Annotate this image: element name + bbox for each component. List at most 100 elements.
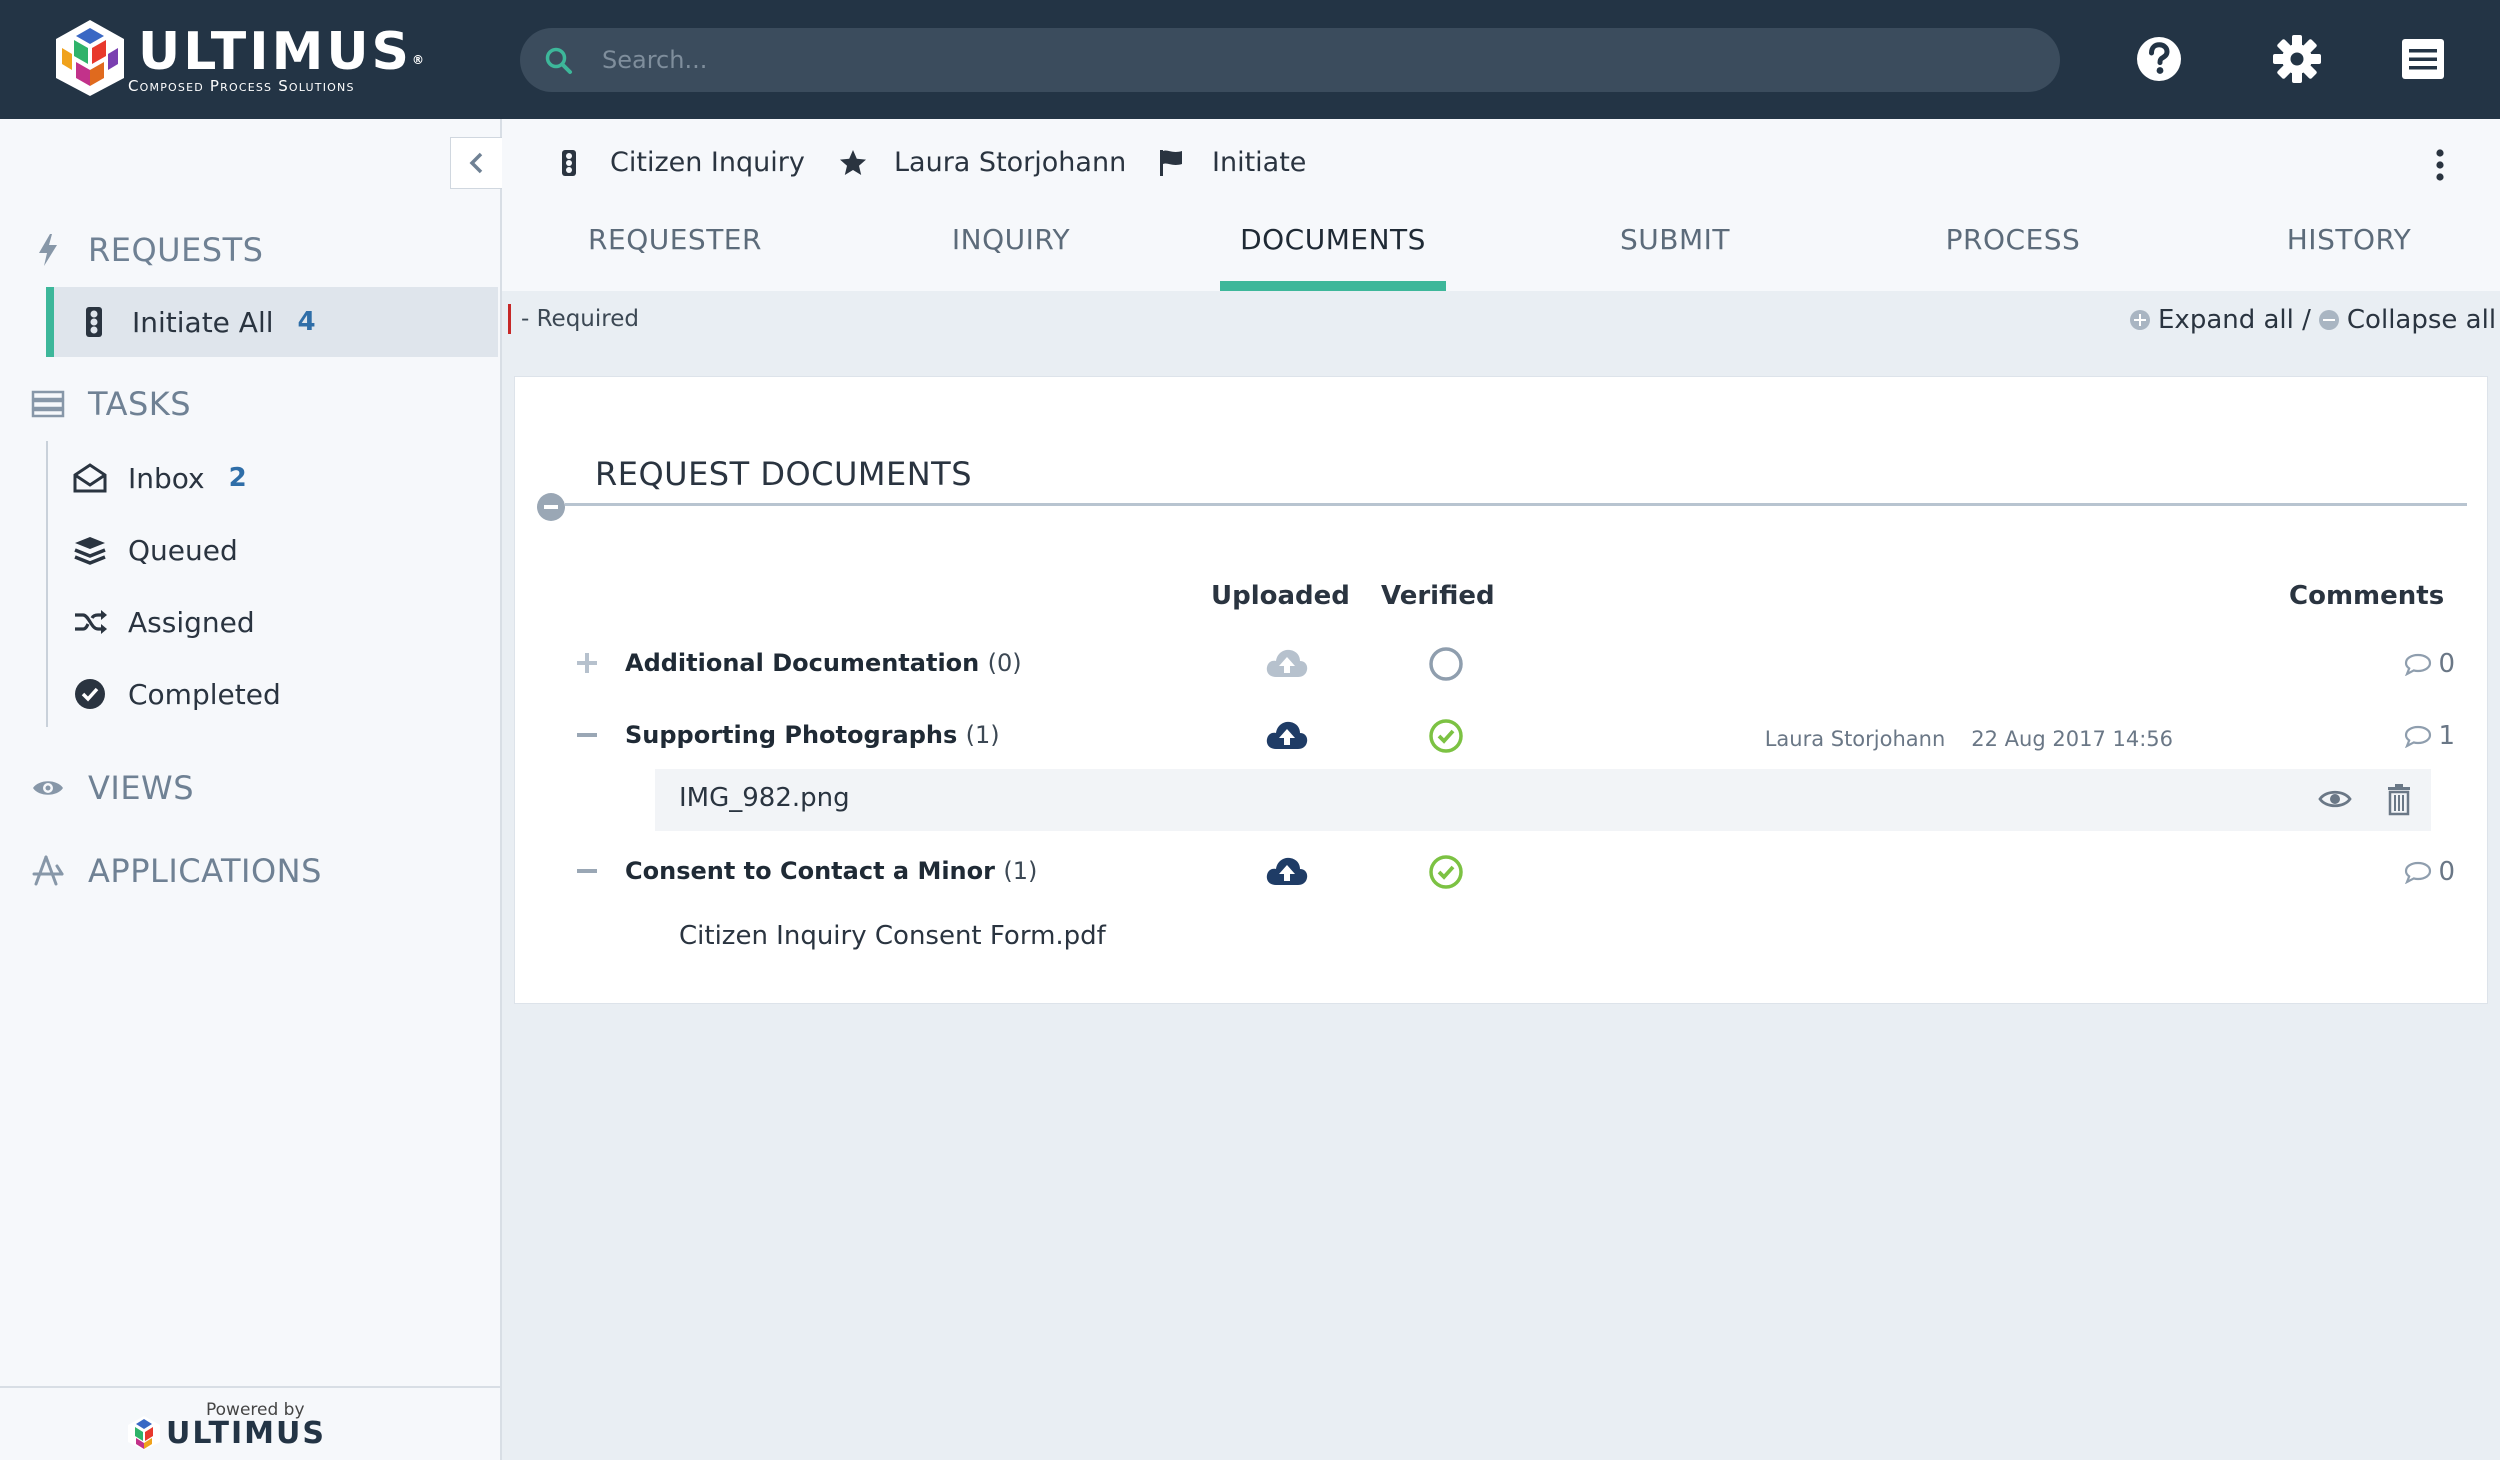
sidebar-item-assigned[interactable]: Assigned	[50, 587, 502, 657]
cloud-upload-icon[interactable]	[1265, 717, 1309, 753]
document-group-name[interactable]: Consent to Contact a Minor (1)	[625, 857, 1037, 885]
sidebar: REQUESTS Initiate All 4 TASKS Inbox 2 Qu…	[0, 119, 502, 1460]
sidebar-item-completed[interactable]: Completed	[50, 659, 502, 729]
plus-circle-icon	[2130, 310, 2150, 330]
tab-history[interactable]: HISTORY	[2274, 223, 2424, 291]
sidebar-item-label: Assigned	[128, 605, 255, 639]
file-name[interactable]: IMG_982.png	[679, 783, 850, 813]
collapse-minus-icon[interactable]	[575, 859, 599, 883]
traffic-light-icon	[562, 149, 576, 176]
sidebar-section-label: REQUESTS	[88, 231, 264, 269]
kebab-menu-icon[interactable]	[2430, 145, 2450, 185]
sidebar-section-views[interactable]: VIEWS	[30, 769, 194, 807]
expand-plus-icon[interactable]	[575, 651, 599, 675]
collapse-all-label: Collapse all	[2346, 305, 2497, 335]
document-group-name[interactable]: Additional Documentation (0)	[625, 649, 1022, 677]
crumb-step: Initiate	[1156, 147, 1306, 178]
document-group-row: Additional Documentation (0) 0	[575, 639, 2455, 695]
sidebar-item-queued[interactable]: Queued	[50, 515, 502, 585]
verified-check-icon[interactable]	[1427, 853, 1465, 891]
collapse-minus-icon[interactable]	[575, 723, 599, 747]
shuffle-icon	[75, 610, 107, 634]
file-name[interactable]: Citizen Inquiry Consent Form.pdf	[679, 921, 1106, 951]
tab-process[interactable]: PROCESS	[1938, 223, 2088, 291]
menu-icon[interactable]	[2396, 32, 2450, 86]
sidebar-collapse-button[interactable]	[450, 137, 502, 189]
eye-icon	[33, 781, 63, 795]
sidebar-item-label: Queued	[128, 533, 238, 567]
sidebar-item-inbox[interactable]: Inbox 2	[50, 443, 502, 513]
footer-brand: ULTIMUS	[166, 1416, 326, 1451]
gear-icon[interactable]	[2270, 32, 2324, 86]
traffic-light-icon	[86, 307, 102, 337]
sidebar-section-label: TASKS	[88, 385, 192, 423]
brand-tagline: Composed Process Solutions	[128, 77, 355, 95]
unverified-circle-icon[interactable]	[1427, 645, 1465, 683]
bolt-icon	[39, 234, 57, 266]
trash-icon[interactable]	[2381, 781, 2417, 817]
file-row[interactable]: Citizen Inquiry Consent Form.pdf	[655, 907, 2431, 969]
upload-meta: Laura Storjohann 22 Aug 2017 14:56	[1765, 727, 2173, 751]
collapse-all-link[interactable]: Collapse all	[2318, 304, 2497, 336]
cloud-upload-icon[interactable]	[1265, 853, 1309, 889]
tree-line	[46, 441, 48, 727]
panel-collapse-button[interactable]	[537, 493, 565, 521]
help-icon[interactable]	[2132, 32, 2186, 86]
inbox-icon	[73, 463, 107, 493]
panel-title: REQUEST DOCUMENTS	[595, 455, 973, 493]
app-store-icon	[32, 855, 64, 886]
expand-collapse-controls: Expand all / Collapse all	[2130, 304, 2496, 336]
minus-circle-icon	[2318, 310, 2339, 330]
documents-panel: REQUEST DOCUMENTS Uploaded Verified Comm…	[514, 376, 2488, 1004]
sidebar-item-count: 2	[228, 463, 247, 493]
comments-count[interactable]: 0	[2404, 649, 2455, 679]
cloud-upload-icon[interactable]	[1265, 645, 1309, 681]
sidebar-item-initiate-all[interactable]: Initiate All 4	[46, 287, 498, 357]
sidebar-section-label: APPLICATIONS	[88, 852, 322, 890]
powered-by-footer: Powered by ULTIMUS	[0, 1386, 500, 1460]
sidebar-section-applications[interactable]: APPLICATIONS	[30, 852, 322, 890]
sidebar-section-tasks[interactable]: TASKS	[30, 385, 191, 423]
document-group-row: Consent to Contact a Minor (1) 0	[575, 847, 2455, 903]
sidebar-section-label: VIEWS	[88, 769, 194, 807]
column-verified: Verified	[1381, 581, 1495, 611]
crumb-process: Citizen Inquiry	[554, 147, 805, 178]
sidebar-item-label: Inbox	[128, 461, 205, 495]
crumb-user: Laura Storjohann	[838, 147, 1126, 178]
upload-date: 22 Aug 2017 14:56	[1971, 727, 2173, 751]
comments-count[interactable]: 0	[2404, 857, 2455, 887]
ultimus-logo[interactable]: ULTIMUS® Composed Process Solutions	[52, 18, 424, 102]
required-legend: - Required	[508, 304, 639, 334]
check-circle-icon	[75, 679, 105, 709]
chevron-left-icon	[469, 152, 482, 174]
search-bar[interactable]	[520, 28, 2060, 92]
column-comments: Comments	[2289, 581, 2445, 611]
flag-icon	[1160, 149, 1182, 176]
comment-bubble-icon	[2405, 861, 2432, 884]
panel-divider	[565, 503, 2467, 506]
column-uploaded: Uploaded	[1211, 581, 1350, 611]
server-icon	[31, 390, 65, 418]
sidebar-section-requests[interactable]: REQUESTS	[30, 231, 263, 269]
comments-count[interactable]: 1	[2404, 721, 2455, 751]
expand-all-link[interactable]: Expand all /	[2130, 304, 2311, 336]
crumb-label: Laura Storjohann	[894, 147, 1127, 178]
tab-requester[interactable]: REQUESTER	[587, 223, 763, 291]
document-group-name[interactable]: Supporting Photographs (1)	[625, 721, 1000, 749]
eye-icon[interactable]	[2317, 781, 2353, 817]
verified-check-icon[interactable]	[1427, 717, 1465, 755]
layers-icon	[74, 537, 106, 565]
file-row[interactable]: IMG_982.png	[655, 769, 2431, 831]
request-header: Citizen Inquiry Laura Storjohann Initiat…	[502, 119, 2500, 291]
brand-name: ULTIMUS®	[138, 22, 424, 82]
tab-submit[interactable]: SUBMIT	[1610, 223, 1740, 291]
crumb-label: Citizen Inquiry	[610, 147, 805, 178]
sidebar-item-label: Initiate All	[132, 305, 274, 339]
tab-documents[interactable]: DOCUMENTS	[1220, 223, 1446, 291]
ultimus-cube-icon	[128, 1416, 160, 1450]
crumb-label: Initiate	[1212, 147, 1307, 178]
tab-inquiry[interactable]: INQUIRY	[942, 223, 1080, 291]
expand-all-label: Expand all /	[2158, 305, 2311, 335]
search-input[interactable]	[602, 28, 2022, 92]
top-bar: ULTIMUS® Composed Process Solutions	[0, 0, 2500, 119]
